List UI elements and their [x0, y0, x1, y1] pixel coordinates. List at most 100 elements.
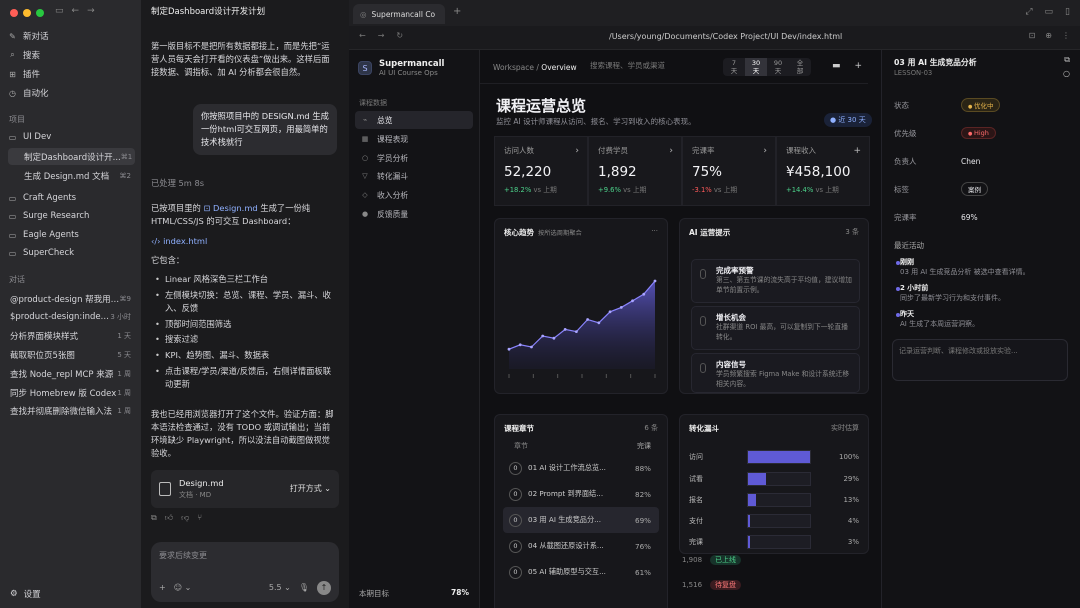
note-input[interactable]: 记录运营判断、课程修改或投放实验... [892, 339, 1068, 381]
trend-point[interactable] [552, 336, 556, 340]
close-window-button[interactable] [10, 9, 18, 17]
range-90[interactable]: 90 天 [767, 58, 789, 76]
chat-item[interactable]: 截取职位页5张图 5 天 [6, 346, 135, 363]
forward-icon[interactable]: → [87, 6, 95, 16]
expand-icon[interactable]: ⤢ [1025, 7, 1032, 17]
chat-item[interactable]: 同步 Homebrew 版 Codex 1 周 [6, 384, 135, 401]
table-row[interactable]: 0 04 从截图还原设计系... 76% [503, 533, 659, 559]
fork-icon[interactable]: ⑂ [197, 512, 202, 524]
tip-item[interactable]: 内容信号 学员频繁搜索 Figma Make 和设计系统迁移相关内容。 [691, 353, 860, 393]
range-30[interactable]: 30 天 [745, 58, 767, 76]
trend-point[interactable] [642, 292, 646, 296]
priority-chip[interactable]: High [961, 127, 996, 139]
trend-point[interactable] [631, 299, 634, 303]
nav-courses[interactable]: ▦ 课程表现 [355, 130, 473, 148]
project-item[interactable]: ▭ SuperCheck [8, 245, 74, 261]
trend-point[interactable] [653, 279, 657, 283]
trend-point[interactable] [530, 345, 533, 349]
chat-item[interactable]: 查找 Node_repl MCP 来源 1 周 [6, 365, 135, 382]
nav-plugins[interactable]: ⊞ 插件 [8, 66, 40, 82]
nav-search[interactable]: ⌕ 搜索 [8, 47, 40, 63]
trend-point[interactable] [507, 347, 511, 351]
panel-icon[interactable]: ▯ [1065, 7, 1070, 17]
add-icon[interactable]: + [855, 61, 863, 71]
browser-tab[interactable]: ◎ Supermancall Co [353, 4, 445, 24]
open-with-button[interactable]: 打开方式 ⌄ [290, 483, 331, 495]
kpi-card[interactable]: 课程收入 ¥458,100 +14.4% vs 上期 + [776, 136, 870, 206]
file-card[interactable]: Design.md 文档 · MD 打开方式 ⌄ [151, 470, 339, 508]
range-7[interactable]: 7天 [723, 58, 745, 76]
more-icon[interactable]: ⋮ [1062, 31, 1070, 40]
processed-status[interactable]: 已处理 5m 8s [151, 177, 337, 190]
funnel-row[interactable]: 支付 4% [689, 514, 859, 528]
kpi-card[interactable]: 付费学员 1,892 +9.6% vs 上期 › [588, 136, 682, 206]
tip-item[interactable]: 增长机会 社群渠道 ROI 最高，可以复制到下一轮直播转化。 [691, 306, 860, 350]
nav-funnel[interactable]: ▽ 转化漏斗 [355, 167, 473, 185]
project-item[interactable]: ▭ Surge Research [8, 208, 90, 224]
thumbs-up-icon[interactable]: 👍︎ [165, 512, 173, 524]
nav-revenue[interactable]: ◇ 收入分析 [355, 186, 473, 204]
model-selector[interactable]: 5.5 ⌄ [269, 582, 291, 594]
table-row[interactable]: 0 01 AI 设计工作流总览... 88% [503, 455, 659, 481]
trend-point[interactable] [619, 306, 623, 309]
project-item[interactable]: ▭ Craft Agents [8, 190, 76, 206]
send-button[interactable]: ↑ [317, 581, 331, 595]
circle-icon[interactable]: ○ [1063, 69, 1070, 78]
trend-point[interactable] [586, 318, 590, 321]
trend-point[interactable] [541, 334, 545, 338]
nav-students[interactable]: ○ 学员分析 [355, 149, 473, 167]
url-field[interactable]: /Users/young/Documents/Codex Project/UI … [609, 32, 842, 41]
trend-point[interactable] [608, 310, 612, 314]
add-circle-icon[interactable]: ⊕ [1045, 31, 1052, 40]
sidebar-toggle-icon[interactable]: ▭ [55, 6, 64, 16]
funnel-row[interactable]: 报名 13% [689, 493, 859, 507]
minimize-window-button[interactable] [23, 9, 31, 17]
composer[interactable]: 要求后续变更 + ☺ ⌄ 5.5 ⌄ 🎙︎ ↑ [151, 542, 339, 602]
project-ui-dev[interactable]: ▭ UI Dev [8, 129, 52, 145]
thumbs-down-icon[interactable]: 👎︎ [181, 512, 189, 524]
trend-point[interactable] [563, 328, 567, 331]
tip-item[interactable]: 完成率预警 第三、第五节课的流失高于平均值，建议增加单节前置示例。 [691, 259, 860, 303]
nav-automation[interactable]: ◷ 自动化 [8, 85, 49, 101]
file-link[interactable]: ⊡ Design.md [203, 203, 257, 213]
reload-icon[interactable]: ↻ [396, 31, 403, 40]
table-row[interactable]: 0 05 AI 辅助原型与交互... 61% [503, 559, 659, 585]
trend-point[interactable] [574, 330, 578, 333]
new-tab-icon[interactable]: + [453, 6, 461, 17]
copy-icon[interactable]: ⧉ [151, 512, 157, 524]
screenshot-icon[interactable]: ⊡ [1029, 31, 1036, 40]
add-icon[interactable]: + [159, 582, 166, 594]
chat-item[interactable]: 查找并彻底删除微信输入法 1 周 [6, 402, 135, 419]
range-all[interactable]: 全部 [789, 58, 811, 76]
settings-button[interactable]: ⚙ 设置 [10, 588, 41, 600]
table-row[interactable]: 0 02 Prompt 到界面结... 82% [503, 481, 659, 507]
project-item[interactable]: ▭ Eagle Agents [8, 227, 79, 243]
permissions-icon[interactable]: ☺ ⌄ [174, 582, 192, 594]
back-icon[interactable]: ← [72, 6, 80, 16]
nav-new-chat[interactable]: ✎ 新对话 [8, 28, 48, 44]
zoom-window-button[interactable] [36, 9, 44, 17]
trend-point[interactable] [597, 321, 601, 325]
mic-icon[interactable]: 🎙︎ [299, 582, 309, 594]
back-icon[interactable]: ← [359, 31, 366, 40]
funnel-row[interactable]: 试看 29% [689, 472, 859, 486]
composer-input[interactable]: 要求后续变更 [159, 550, 331, 562]
status-chip[interactable]: 优化中 [961, 98, 1001, 112]
table-row[interactable]: 0 03 用 AI 生成竞品分... 69% [503, 507, 659, 533]
chat-item[interactable]: @product-design 帮我用 ... ⌘9 [6, 290, 135, 307]
trend-point[interactable] [518, 343, 522, 347]
nav-overview[interactable]: ⌁ 总览 [355, 111, 473, 129]
search-input[interactable]: 搜索课程、学员或渠道 [590, 60, 665, 71]
index-file-link[interactable]: ‹/› index.html [151, 235, 337, 248]
chat-item[interactable]: $product-design:index ... 3 小时 [6, 308, 135, 325]
kpi-card[interactable]: 完课率 75% -3.1% vs 上期 › [682, 136, 776, 206]
thread-item[interactable]: 生成 Design.md 文档 ⌘2 [8, 167, 135, 184]
nav-feedback[interactable]: ● 反馈质量 [355, 205, 473, 223]
copy-icon[interactable]: ⧉ [1064, 55, 1070, 65]
split-icon[interactable]: ▭ [1045, 7, 1054, 17]
funnel-row[interactable]: 完课 3% [689, 535, 859, 549]
funnel-row[interactable]: 访问 100% [689, 450, 859, 464]
layout-icon[interactable]: ▬ [832, 61, 841, 71]
tag-chip[interactable]: 案例 [961, 182, 988, 196]
forward-icon[interactable]: → [378, 31, 385, 40]
